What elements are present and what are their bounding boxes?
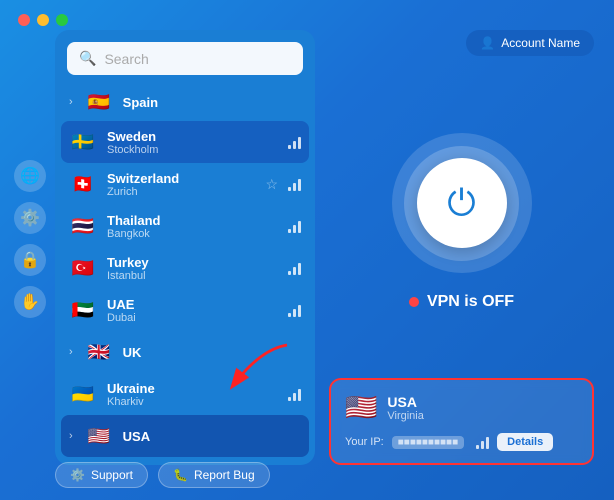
minimize-button[interactable] [37, 14, 49, 26]
signal-icon [288, 387, 301, 401]
report-bug-button[interactable]: 🐛 Report Bug [158, 462, 270, 488]
details-button[interactable]: Details [497, 433, 553, 451]
support-button[interactable]: ⚙️ Support [55, 462, 148, 488]
close-button[interactable] [18, 14, 30, 26]
list-item[interactable]: 🇺🇦 Ukraine Kharkiv [61, 373, 309, 415]
signal-icon [288, 219, 301, 233]
flag-uae: 🇦🇪 [69, 296, 97, 324]
country-sidebar: 🔍 Search › 🇪🇸 Spain 🇸🇪 Sweden Stockholm [55, 30, 315, 465]
flag-ukraine: 🇺🇦 [69, 380, 97, 408]
list-item[interactable]: 🇦🇪 UAE Dubai [61, 289, 309, 331]
chevron-icon: › [69, 430, 73, 442]
chevron-icon: › [69, 96, 73, 108]
country-list: › 🇪🇸 Spain 🇸🇪 Sweden Stockholm 🇨🇭 Sw [55, 83, 315, 465]
side-icon-bar: 🌐 ⚙️ 🔒 ✋ [14, 160, 46, 318]
power-ring-mid: ⏻ [404, 146, 519, 261]
bug-icon: 🐛 [173, 468, 188, 482]
vpn-status-label: VPN is OFF [427, 293, 514, 311]
settings-icon[interactable]: ⚙️ [14, 202, 46, 234]
signal-icon [476, 435, 489, 449]
connection-city: Virginia [387, 410, 424, 422]
traffic-lights [18, 14, 68, 26]
flag-turkey: 🇹🇷 [69, 254, 97, 282]
list-item[interactable]: 🇸🇪 Sweden Stockholm [61, 121, 309, 163]
flag-spain: 🇪🇸 [85, 88, 113, 116]
power-icon: ⏻ [447, 182, 475, 225]
lock-icon[interactable]: 🔒 [14, 244, 46, 276]
vpn-status: VPN is OFF [409, 293, 514, 311]
search-bar[interactable]: 🔍 Search [67, 42, 303, 75]
connection-flag: 🇺🇸 [345, 392, 377, 423]
ip-value: ■■■■■■■■■■ [392, 436, 464, 449]
connection-ip-row: Your IP: ■■■■■■■■■■ Details [345, 433, 578, 451]
list-item[interactable]: 🇹🇷 Turkey Istanbul [61, 247, 309, 289]
signal-icon [288, 177, 301, 191]
favorite-icon: ☆ [265, 176, 278, 193]
globe-icon[interactable]: 🌐 [14, 160, 46, 192]
chevron-icon: › [69, 346, 73, 358]
bottom-bar: ⚙️ Support 🐛 Report Bug [55, 462, 270, 488]
account-button[interactable]: 👤 Account Name [466, 30, 594, 56]
hand-icon[interactable]: ✋ [14, 286, 46, 318]
connection-info-box: 🇺🇸 USA Virginia Your IP: ■■■■■■■■■■ Deta… [329, 378, 594, 465]
signal-icon [288, 261, 301, 275]
signal-icon [288, 303, 301, 317]
report-bug-label: Report Bug [194, 468, 255, 482]
list-item[interactable]: 🇹🇭 Thailand Bangkok [61, 205, 309, 247]
flag-switzerland: 🇨🇭 [69, 170, 97, 198]
search-placeholder: Search [104, 51, 148, 67]
power-ring-outer: ⏻ [392, 133, 532, 273]
flag-usa: 🇺🇸 [85, 422, 113, 450]
connection-country: USA [387, 394, 424, 410]
list-item[interactable]: › 🇪🇸 Spain [61, 83, 309, 121]
signal-icon [288, 135, 301, 149]
right-panel: 👤 Account Name ⏻ VPN is OFF 🇺🇸 USA Virgi… [329, 30, 594, 465]
support-label: Support [91, 468, 133, 482]
support-icon: ⚙️ [70, 468, 85, 482]
search-icon: 🔍 [79, 50, 96, 67]
account-label: Account Name [501, 36, 580, 50]
connection-location: 🇺🇸 USA Virginia [345, 392, 578, 423]
power-section: ⏻ VPN is OFF [392, 133, 532, 311]
account-icon: 👤 [480, 36, 495, 50]
list-item-usa[interactable]: › 🇺🇸 USA [61, 415, 309, 457]
status-dot [409, 297, 419, 307]
power-button[interactable]: ⏻ [417, 158, 507, 248]
flag-sweden: 🇸🇪 [69, 128, 97, 156]
ip-label: Your IP: [345, 436, 384, 448]
flag-thailand: 🇹🇭 [69, 212, 97, 240]
flag-uk: 🇬🇧 [85, 338, 113, 366]
list-item[interactable]: › 🇬🇧 UK [61, 331, 309, 373]
maximize-button[interactable] [56, 14, 68, 26]
connection-location-text: USA Virginia [387, 394, 424, 422]
list-item[interactable]: 🇨🇭 Switzerland Zurich ☆ [61, 163, 309, 205]
